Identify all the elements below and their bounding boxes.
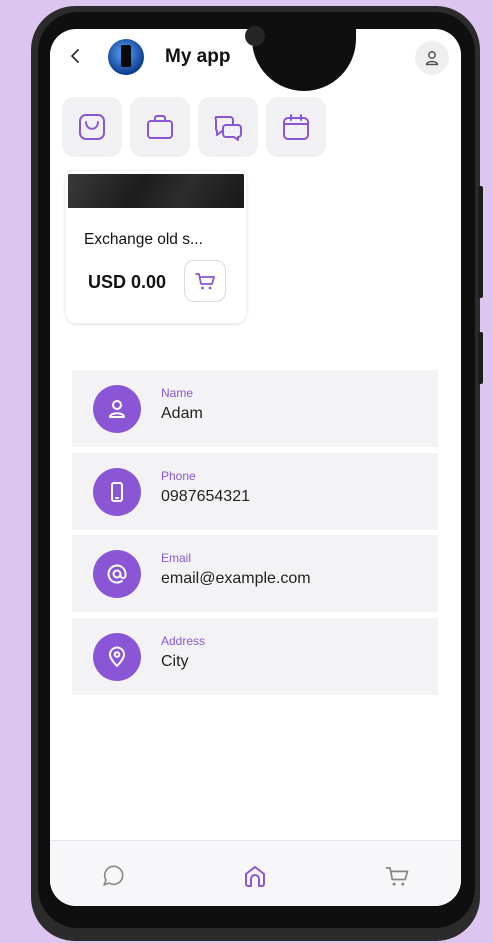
at-icon [93,550,141,598]
calendar-icon [283,114,309,140]
name-value: Adam [161,405,203,422]
quick-action-calendar[interactable] [266,97,326,157]
bottom-navigation [50,840,461,906]
back-button[interactable] [67,47,85,65]
phone-value: 0987654321 [161,488,250,505]
contact-row-name: Name Adam [72,370,438,447]
add-to-cart-button[interactable] [184,260,226,302]
product-image [68,174,244,208]
power-button [478,332,483,384]
volume-button [478,186,483,298]
nav-chat[interactable] [98,861,128,891]
app-logo [108,39,144,75]
cart-icon [195,273,215,290]
profile-button[interactable] [415,41,449,75]
quick-action-chat[interactable] [198,97,258,157]
cart-icon [385,866,409,886]
app-title: My app [165,46,231,67]
shopping-bag-icon [79,114,105,140]
contact-row-email[interactable]: Email email@example.com [72,535,438,612]
quick-action-bag[interactable] [62,97,122,157]
email-label: Email [161,551,192,565]
phone-label: Phone [161,469,196,483]
front-camera [245,26,265,46]
chat-bubbles-icon [214,116,242,141]
email-value: email@example.com [161,570,311,587]
map-pin-icon [93,633,141,681]
quick-action-briefcase[interactable] [130,97,190,157]
user-icon [93,385,141,433]
app-screen: My app Exchange old s... USD 0.00 Name A… [50,29,461,906]
contact-row-address[interactable]: Address City [72,618,438,695]
product-price: USD 0.00 [88,272,167,292]
chevron-left-icon [71,49,79,63]
product-card[interactable]: Exchange old s... USD 0.00 [66,171,246,323]
smartphone-icon [93,468,141,516]
address-label: Address [161,634,206,648]
nav-home[interactable] [240,861,270,891]
chat-icon [103,865,124,886]
name-label: Name [161,386,194,400]
user-icon [425,51,439,66]
nav-cart[interactable] [382,861,412,891]
briefcase-icon [147,115,173,139]
home-icon [245,866,265,887]
product-title: Exchange old s... [84,231,203,248]
contact-row-phone[interactable]: Phone 0987654321 [72,453,438,530]
address-value: City [161,653,189,670]
